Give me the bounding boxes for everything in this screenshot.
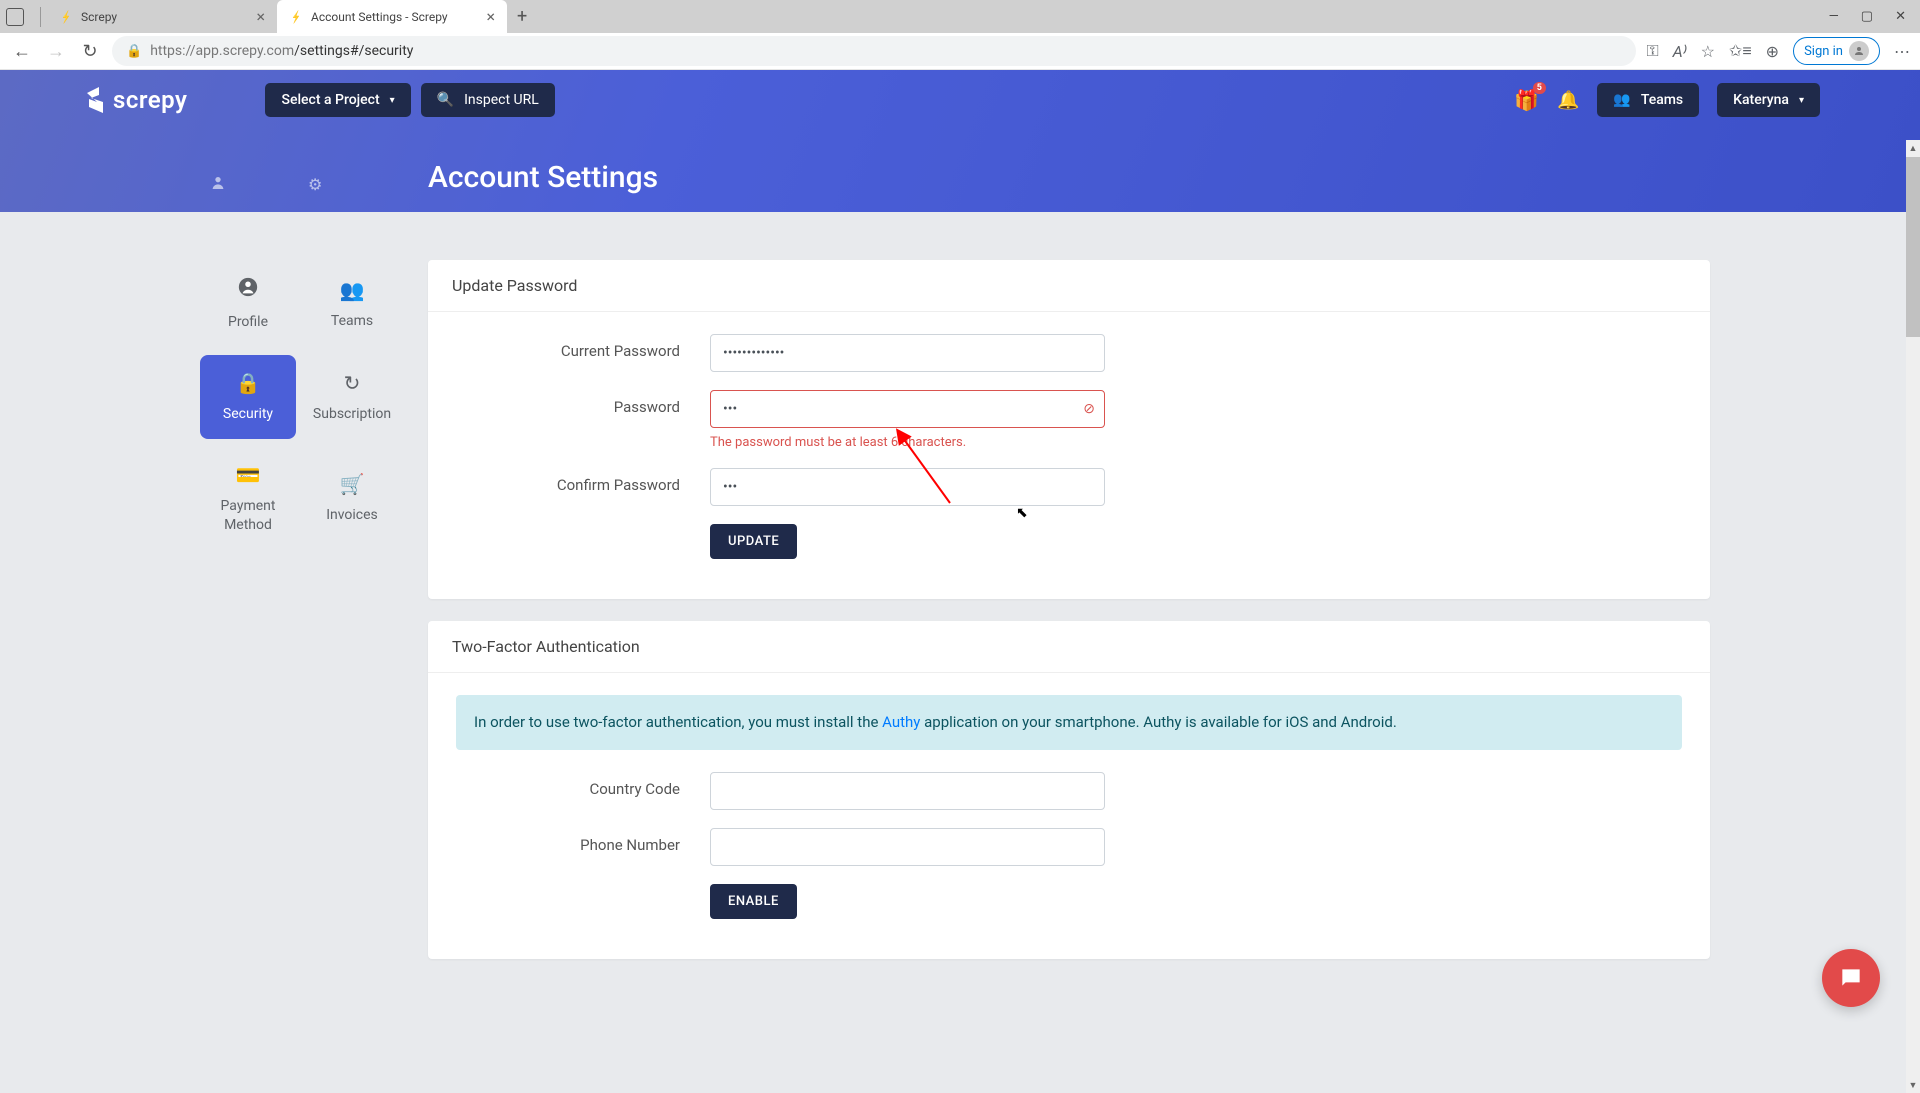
header-subnav: ⚙ bbox=[210, 175, 322, 195]
card-title: Update Password bbox=[428, 260, 1710, 312]
current-password-label: Current Password bbox=[456, 334, 710, 360]
browser-tab-2[interactable]: ⚡ Account Settings - Screpy × bbox=[277, 0, 507, 33]
forward-button[interactable]: → bbox=[44, 39, 68, 63]
sidebar-item-security[interactable]: 🔒 Security bbox=[200, 355, 296, 439]
subnav-settings-icon[interactable]: ⚙ bbox=[308, 175, 322, 195]
url-path: /settings#/security bbox=[294, 43, 413, 59]
key-icon[interactable]: ⚿ bbox=[1646, 41, 1658, 61]
close-icon[interactable]: × bbox=[256, 7, 265, 26]
update-button[interactable]: UPDATE bbox=[710, 524, 797, 559]
browser-titlebar: ⚡ Screpy × ⚡ Account Settings - Screpy ×… bbox=[0, 0, 1920, 33]
scroll-down-icon[interactable]: ▼ bbox=[1906, 1077, 1920, 1093]
sidebar-item-label: Subscription bbox=[313, 405, 391, 423]
phone-number-input[interactable] bbox=[710, 828, 1105, 866]
minimize-icon[interactable]: — bbox=[1829, 9, 1839, 24]
current-password-input[interactable] bbox=[710, 334, 1105, 372]
tab-title: Account Settings - Screpy bbox=[311, 10, 448, 24]
sidebar-item-label: Security bbox=[223, 405, 273, 423]
favorite-icon[interactable]: ☆ bbox=[1701, 42, 1715, 61]
card-title: Two-Factor Authentication bbox=[428, 621, 1710, 673]
country-code-input[interactable] bbox=[710, 772, 1105, 810]
scrollbar[interactable]: ▲ ▼ bbox=[1906, 140, 1920, 1093]
confirm-password-input[interactable] bbox=[710, 468, 1105, 506]
new-tab-button[interactable]: + bbox=[507, 6, 537, 27]
avatar-icon bbox=[1849, 41, 1869, 61]
read-aloud-icon[interactable]: A⁾ bbox=[1673, 42, 1687, 61]
inspect-placeholder: Inspect URL bbox=[464, 92, 539, 108]
browser-tab-1[interactable]: ⚡ Screpy × bbox=[47, 0, 277, 33]
password-input[interactable] bbox=[710, 390, 1105, 428]
authy-link[interactable]: Authy bbox=[882, 713, 920, 731]
sidebar-item-teams[interactable]: 👥 Teams bbox=[304, 260, 400, 347]
sidebar-item-label: Profile bbox=[228, 313, 268, 331]
maximize-icon[interactable]: ▢ bbox=[1861, 9, 1873, 24]
url-host: https://app.screpy.com bbox=[150, 43, 294, 59]
teams-icon: 👥 bbox=[340, 278, 365, 302]
logo[interactable]: screpy bbox=[85, 86, 187, 114]
logo-icon bbox=[85, 87, 105, 113]
lock-icon: 🔒 bbox=[236, 371, 261, 395]
subnav-profile-icon[interactable] bbox=[210, 175, 226, 195]
browser-address-bar: ← → ↻ 🔒 https://app.screpy.com/settings#… bbox=[0, 33, 1920, 70]
close-window-icon[interactable]: ✕ bbox=[1895, 9, 1906, 24]
tab-title: Screpy bbox=[81, 10, 117, 24]
tab-actions-icon[interactable] bbox=[6, 8, 24, 26]
logo-text: screpy bbox=[113, 86, 187, 114]
favicon-icon: ⚡ bbox=[62, 10, 70, 24]
info-banner: In order to use two-factor authenticatio… bbox=[456, 695, 1682, 750]
settings-sidebar: Profile 👥 Teams 🔒 Security ↻ Subscriptio… bbox=[200, 260, 400, 981]
gift-badge: 5 bbox=[1533, 82, 1546, 94]
user-menu-button[interactable]: Kateryna bbox=[1717, 83, 1820, 117]
profile-icon bbox=[237, 276, 259, 303]
collections-icon[interactable]: ⊕ bbox=[1766, 42, 1779, 61]
sidebar-item-profile[interactable]: Profile bbox=[200, 260, 296, 347]
page-content: screpy Select a Project 🔍 Inspect URL 🎁 … bbox=[0, 70, 1920, 1023]
favicon-icon: ⚡ bbox=[292, 10, 300, 24]
sidebar-item-subscription[interactable]: ↻ Subscription bbox=[304, 355, 400, 439]
inspect-url-button[interactable]: 🔍 Inspect URL bbox=[421, 83, 555, 117]
people-icon: 👥 bbox=[1613, 92, 1630, 108]
update-password-card: Update Password Current Password Passwor… bbox=[428, 260, 1710, 599]
back-button[interactable]: ← bbox=[10, 39, 34, 63]
separator bbox=[40, 7, 41, 27]
sidebar-item-label: Invoices bbox=[326, 506, 378, 524]
reload-button[interactable]: ↻ bbox=[78, 39, 102, 63]
teams-button[interactable]: 👥 Teams bbox=[1597, 83, 1699, 117]
enable-button[interactable]: ENABLE bbox=[710, 884, 797, 919]
sidebar-item-invoices[interactable]: 🛒 Invoices bbox=[304, 447, 400, 549]
signin-button[interactable]: Sign in bbox=[1793, 37, 1880, 65]
sidebar-item-payment[interactable]: 💳 Payment Method bbox=[200, 447, 296, 549]
gift-button[interactable]: 🎁 5 bbox=[1514, 88, 1539, 112]
notifications-button[interactable]: 🔔 bbox=[1557, 90, 1579, 111]
signin-label: Sign in bbox=[1804, 44, 1843, 59]
scroll-up-icon[interactable]: ▲ bbox=[1906, 140, 1920, 156]
url-input[interactable]: 🔒 https://app.screpy.com/settings#/secur… bbox=[112, 36, 1636, 66]
password-label: Password bbox=[456, 390, 710, 416]
confirm-password-label: Confirm Password bbox=[456, 468, 710, 494]
sidebar-item-label: Teams bbox=[331, 312, 373, 330]
more-icon[interactable]: ⋯ bbox=[1894, 42, 1910, 61]
error-icon: ⊘ bbox=[1083, 401, 1095, 417]
scroll-thumb[interactable] bbox=[1906, 157, 1920, 337]
close-icon[interactable]: × bbox=[486, 7, 495, 26]
cart-icon: 🛒 bbox=[340, 472, 365, 496]
password-error-text: The password must be at least 6 characte… bbox=[710, 435, 1105, 450]
select-project-button[interactable]: Select a Project bbox=[265, 83, 410, 117]
favorites-list-icon[interactable]: ✩≡ bbox=[1729, 41, 1752, 61]
sidebar-item-label: Payment Method bbox=[204, 497, 292, 533]
refresh-icon: ↻ bbox=[344, 371, 361, 395]
two-factor-card: Two-Factor Authentication In order to us… bbox=[428, 621, 1710, 959]
card-icon: 💳 bbox=[236, 463, 261, 487]
phone-number-label: Phone Number bbox=[456, 828, 710, 854]
app-header: screpy Select a Project 🔍 Inspect URL 🎁 … bbox=[0, 70, 1920, 212]
page-title: Account Settings bbox=[428, 160, 658, 195]
lock-icon: 🔒 bbox=[126, 44, 142, 59]
search-icon: 🔍 bbox=[437, 92, 454, 108]
country-code-label: Country Code bbox=[456, 772, 710, 798]
chat-icon bbox=[1838, 965, 1864, 991]
chat-button[interactable] bbox=[1822, 949, 1880, 1007]
